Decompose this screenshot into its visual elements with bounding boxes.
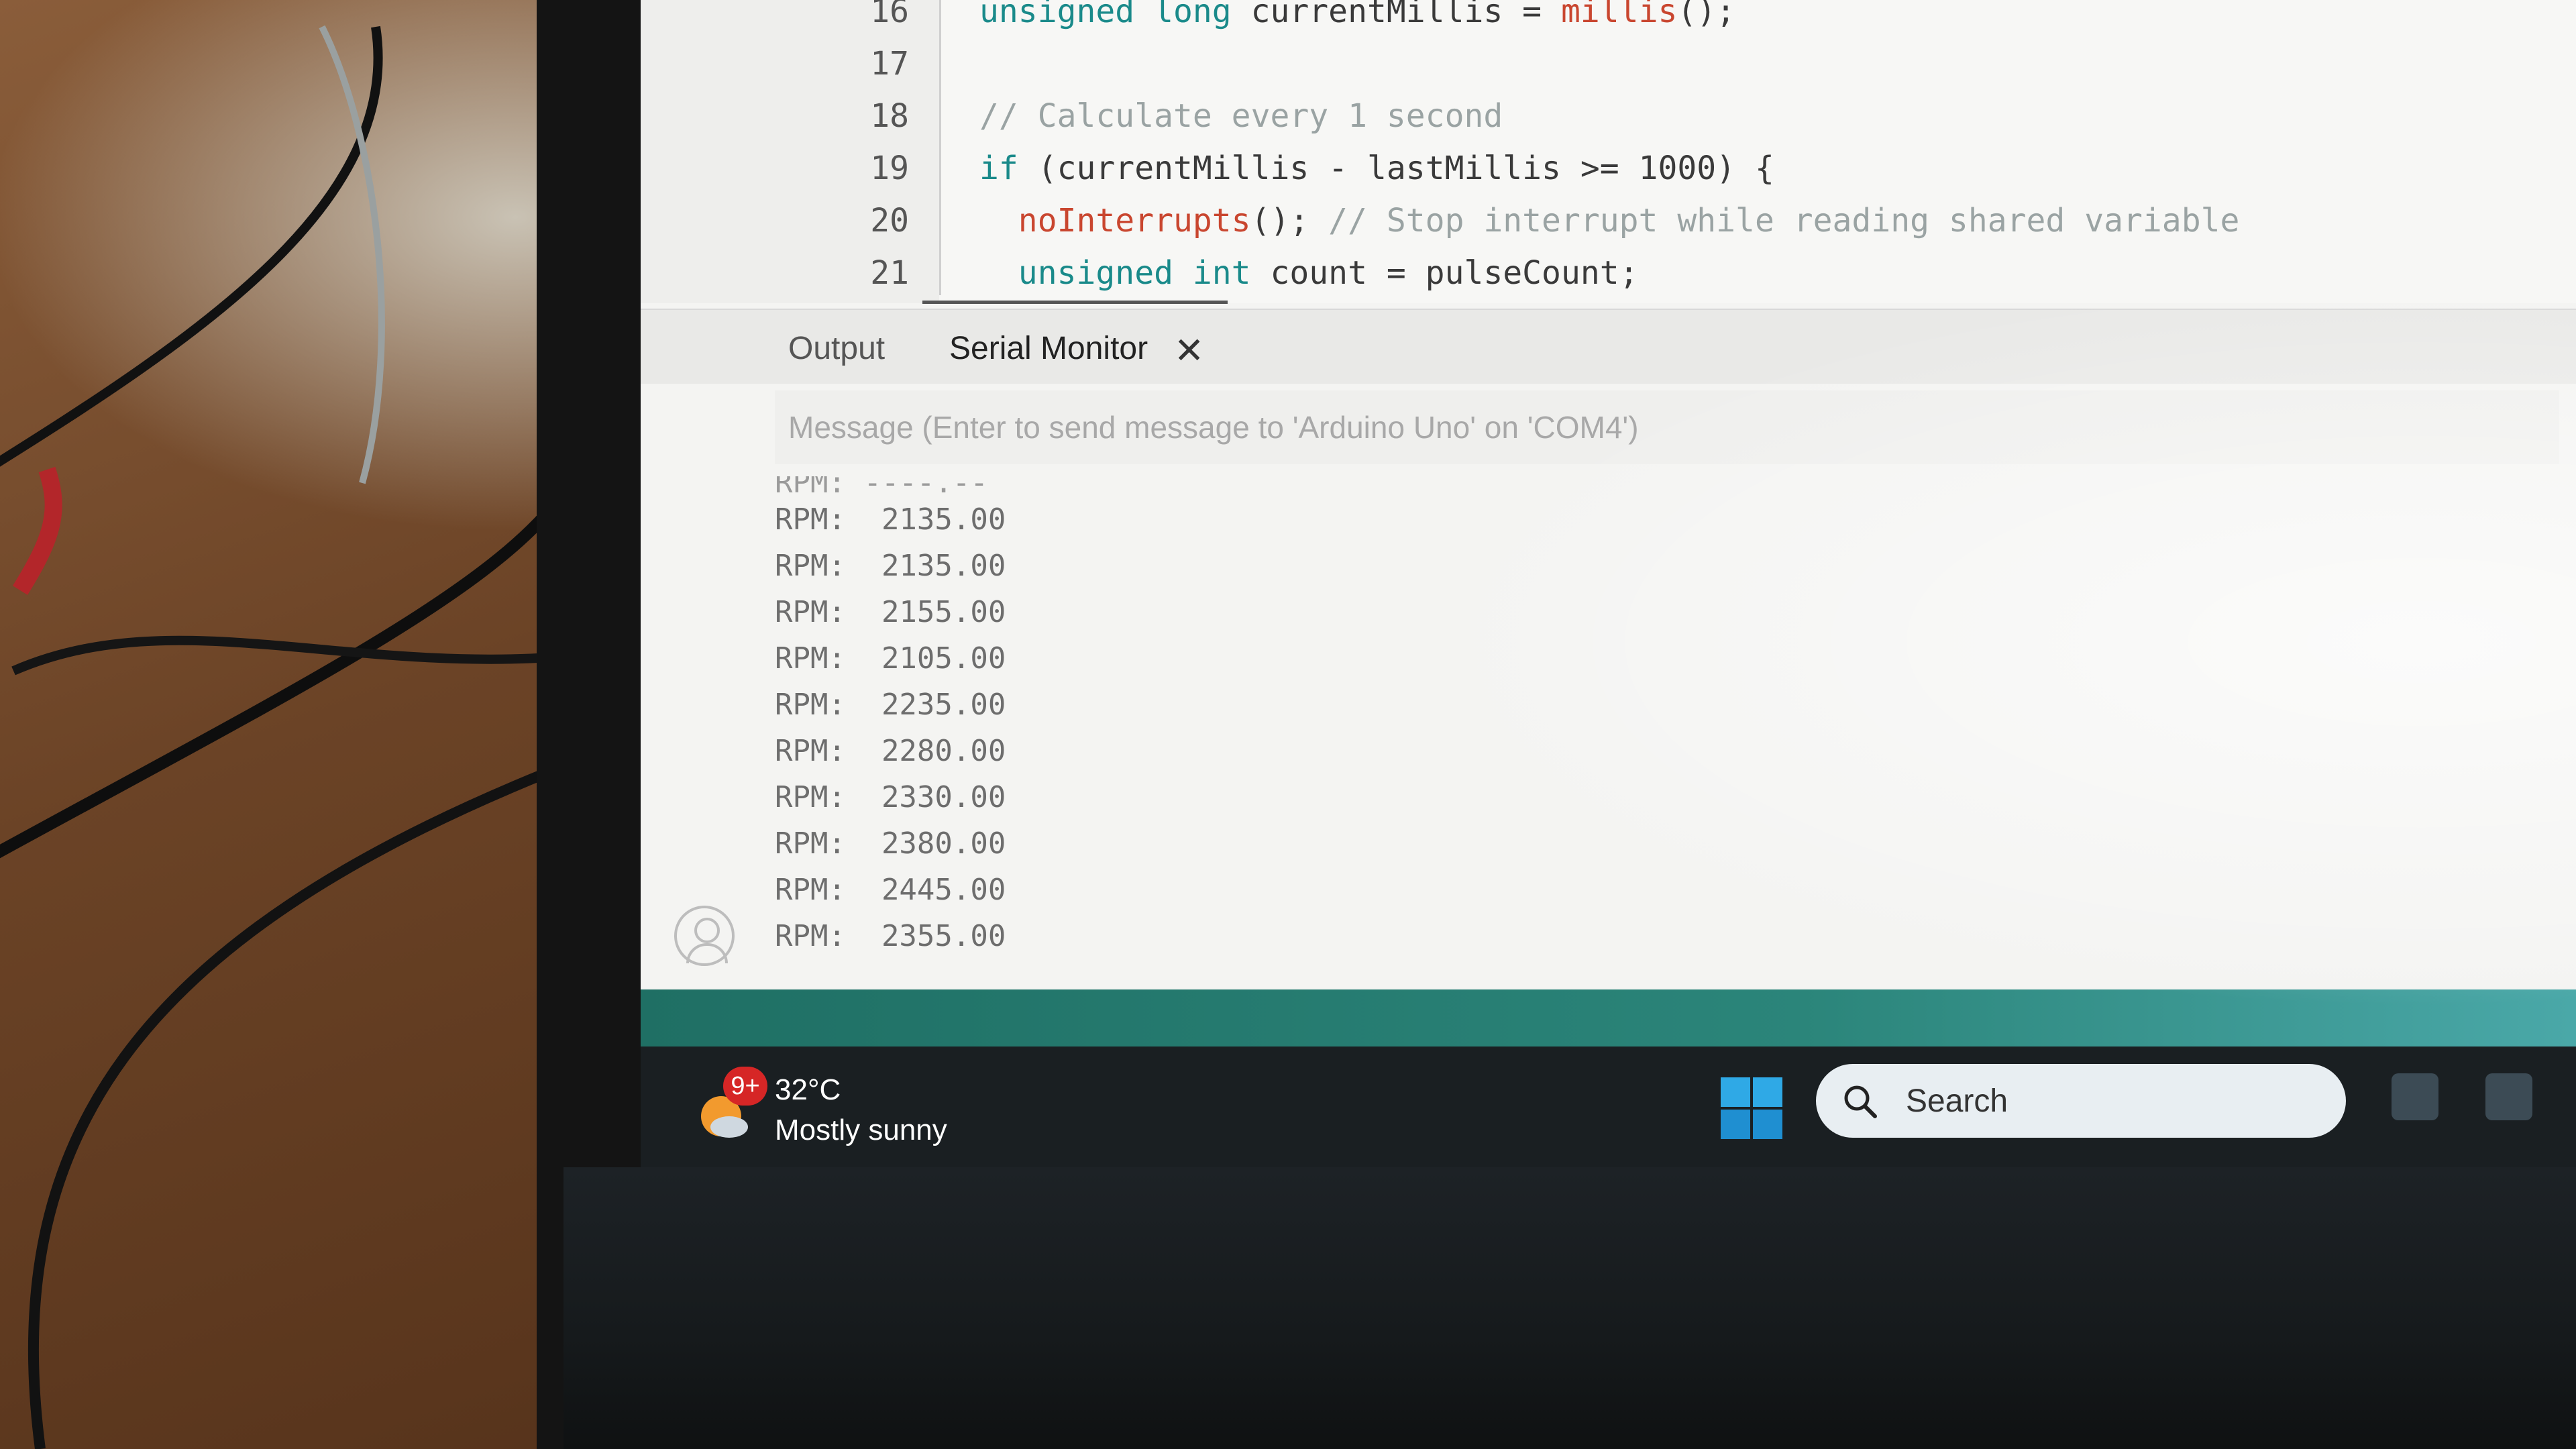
notification-badge: 9+: [723, 1067, 767, 1106]
code-token: // Stop interrupt while reading shared v…: [1328, 202, 2240, 239]
taskbar-search[interactable]: Search: [1816, 1064, 2346, 1138]
code-token: noInterrupts: [1018, 202, 1251, 239]
code-token: (currentMillis - lastMillis >= 1000) {: [1018, 150, 1774, 187]
taskbar: 9+ 32°C Mostly sunny Search: [641, 1046, 2576, 1167]
serial-partial-line: RPM: ----.--: [775, 476, 988, 496]
line-number: 17: [870, 45, 909, 83]
bottom-panel-tabs: Output Serial Monitor ✕: [641, 309, 2576, 384]
serial-line: RPM: 2155.00: [775, 595, 1006, 629]
taskbar-app-icon[interactable]: [2485, 1073, 2532, 1120]
code-token: if: [979, 150, 1018, 187]
serial-line: RPM: 2105.00: [775, 641, 1006, 676]
serial-output: RPM: ----.-- RPM: 2135.00 RPM: 2135.00 R…: [775, 476, 2519, 986]
account-icon[interactable]: [674, 906, 735, 966]
code-token: count = pulseCount;: [1250, 254, 1639, 292]
windows-start-icon[interactable]: [1721, 1077, 1782, 1139]
code-token: unsigned int: [1018, 254, 1251, 292]
ide-status-bar: [641, 989, 2576, 1046]
serial-line: RPM: 2380.00: [775, 826, 1006, 861]
code-token: millis: [1560, 0, 1678, 30]
line-number: 21: [870, 254, 909, 292]
weather-temperature: 32°C: [775, 1073, 841, 1106]
gutter-divider: [939, 0, 941, 295]
code-editor[interactable]: unsigned long currentMillis = millis(); /…: [641, 0, 2576, 304]
serial-line: RPM: 2330.00: [775, 780, 1006, 814]
line-number: 18: [870, 97, 909, 135]
code-token: ();: [1250, 202, 1329, 239]
code-token: ();: [1677, 0, 1736, 30]
serial-line: RPM: 2355.00: [775, 919, 1006, 953]
line-number: 20: [870, 202, 909, 239]
code-line[interactable]: // Calculate every 1 second: [979, 90, 1503, 142]
code-line[interactable]: noInterrupts(); // Stop interrupt while …: [979, 195, 2240, 247]
serial-line: RPM: 2135.00: [775, 549, 1006, 583]
code-token: unsigned long: [979, 0, 1232, 30]
tab-output[interactable]: Output: [775, 323, 898, 374]
screen: unsigned long currentMillis = millis(); /…: [641, 0, 2576, 1167]
close-icon[interactable]: ✕: [1174, 333, 1204, 369]
line-number: 16: [870, 0, 909, 30]
serial-line: RPM: 2445.00: [775, 873, 1006, 907]
weather-condition: Mostly sunny: [775, 1114, 947, 1146]
serial-line: RPM: 2235.00: [775, 688, 1006, 722]
search-label: Search: [1906, 1083, 2008, 1119]
laptop-base: [564, 1167, 2576, 1449]
taskbar-app-icon[interactable]: [2392, 1073, 2438, 1120]
code-line[interactable]: unsigned long currentMillis = millis();: [979, 0, 1735, 38]
line-number: 19: [870, 150, 909, 187]
code-token: currentMillis =: [1231, 0, 1561, 30]
serial-message-input[interactable]: [775, 390, 2559, 464]
code-line[interactable]: if (currentMillis - lastMillis >= 1000) …: [979, 142, 1774, 195]
serial-line: RPM: 2280.00: [775, 734, 1006, 768]
editor-scroll-indicator: [922, 301, 1228, 304]
tab-serial-monitor[interactable]: Serial Monitor: [936, 323, 1161, 374]
code-token: // Calculate every 1 second: [979, 97, 1503, 135]
serial-line: RPM: 2135.00: [775, 502, 1006, 537]
code-line[interactable]: unsigned int count = pulseCount;: [979, 247, 1639, 299]
search-icon: [1844, 1085, 1877, 1118]
